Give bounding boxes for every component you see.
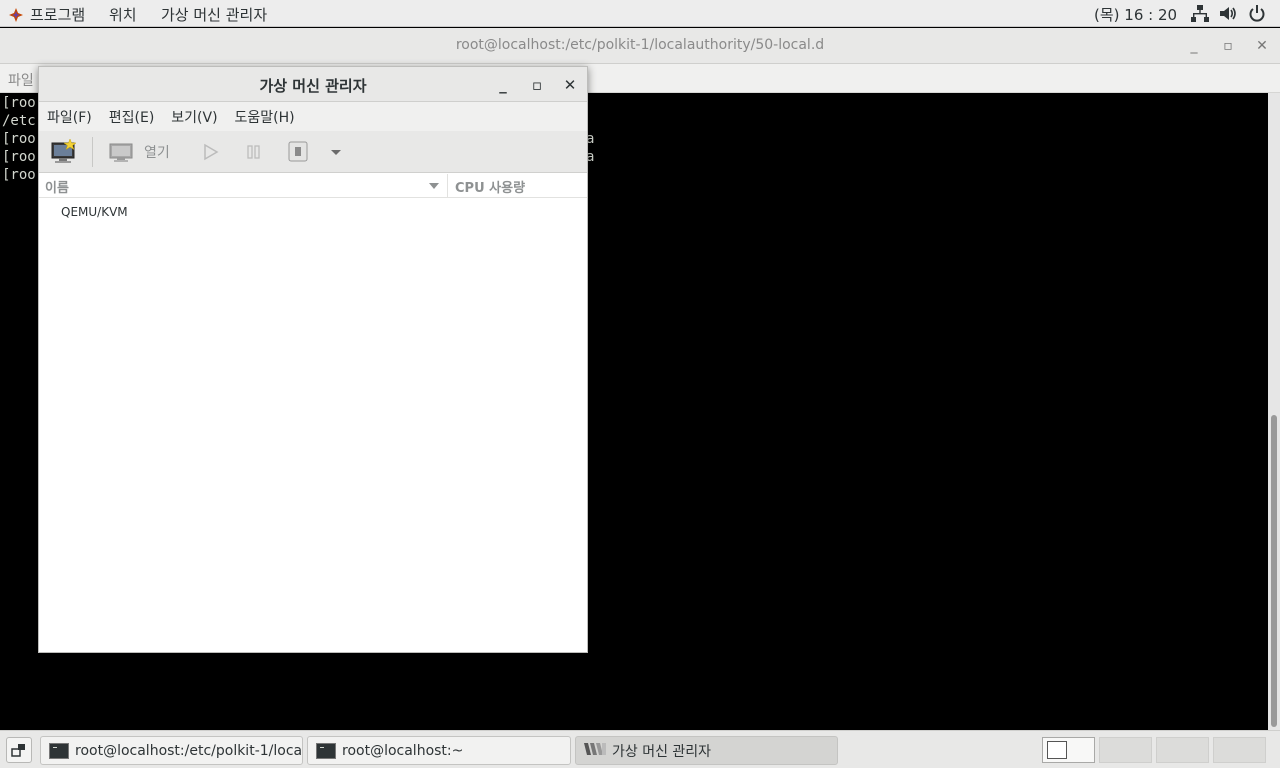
task-label: root@localhost:/etc/polkit-1/locala… xyxy=(75,742,303,759)
power-icon[interactable] xyxy=(1248,5,1266,22)
terminal-line: [roo xyxy=(2,131,36,147)
maximize-icon[interactable]: ▫ xyxy=(1218,36,1238,56)
vm-titlebar[interactable]: 가상 머신 관리자 _ ▫ ✕ xyxy=(39,67,587,102)
applications-menu[interactable]: 프로그램 xyxy=(8,4,85,25)
column-divider[interactable] xyxy=(447,174,448,198)
clock[interactable]: (목) 16 : 20 xyxy=(1094,4,1177,25)
terminal-line: /etc xyxy=(2,113,36,129)
bottom-taskbar: root@localhost:/etc/polkit-1/locala… roo… xyxy=(0,730,1280,768)
vm-list-header: 이름 CPU 사용량 xyxy=(39,174,587,198)
monitor-icon xyxy=(109,143,133,162)
shutdown-button[interactable] xyxy=(287,139,309,165)
terminal-icon xyxy=(49,742,69,759)
column-header-name[interactable]: 이름 xyxy=(45,177,69,196)
pause-icon xyxy=(247,145,260,159)
volume-icon[interactable] xyxy=(1219,5,1237,22)
menu-edit[interactable]: 편집(E) xyxy=(109,107,155,127)
open-button-label[interactable]: 열기 xyxy=(144,142,170,162)
menu-help[interactable]: 도움말(H) xyxy=(235,107,295,127)
task-label: root@localhost:~ xyxy=(342,742,464,759)
vm-toolbar: 열기 xyxy=(39,131,587,173)
sort-arrow-icon[interactable] xyxy=(429,183,439,189)
workspace-window-thumb xyxy=(1047,741,1067,759)
menu-view[interactable]: 보기(V) xyxy=(171,107,217,127)
new-vm-icon xyxy=(51,138,77,163)
virt-manager-icon xyxy=(584,742,606,760)
terminal-line: [roo xyxy=(2,149,36,165)
network-icon[interactable] xyxy=(1191,5,1209,22)
minimize-icon[interactable]: _ xyxy=(493,75,513,95)
menu-file[interactable]: 파일(F) xyxy=(47,107,92,127)
toolbar-separator xyxy=(92,137,93,167)
open-button[interactable] xyxy=(109,139,133,165)
terminal-line: [roo xyxy=(2,95,36,111)
close-icon[interactable]: ✕ xyxy=(560,75,580,95)
terminal-titlebar[interactable]: root@localhost:/etc/polkit-1/localauthor… xyxy=(0,28,1280,64)
applications-icon xyxy=(8,7,24,23)
active-app-menu[interactable]: 가상 머신 관리자 xyxy=(161,4,267,25)
shutdown-icon xyxy=(288,141,308,162)
scrollbar-thumb[interactable] xyxy=(1271,415,1277,727)
task-label: 가상 머신 관리자 xyxy=(612,743,712,760)
task-terminal-polkit[interactable]: root@localhost:/etc/polkit-1/locala… xyxy=(40,736,303,765)
terminal-icon xyxy=(316,742,336,759)
workspace-3[interactable] xyxy=(1156,737,1209,763)
workspace-1[interactable] xyxy=(1042,737,1095,763)
places-menu[interactable]: 위치 xyxy=(109,4,137,25)
terminal-scrollbar[interactable] xyxy=(1268,93,1280,730)
shutdown-dropdown[interactable] xyxy=(329,139,343,165)
chevron-down-icon xyxy=(331,150,341,155)
connection-row[interactable]: QEMU/KVM xyxy=(61,205,128,219)
run-button[interactable] xyxy=(202,139,220,165)
workspace-4[interactable] xyxy=(1213,737,1266,763)
column-header-cpu[interactable]: CPU 사용량 xyxy=(455,177,525,196)
virt-manager-window: 가상 머신 관리자 _ ▫ ✕ 파일(F) 편집(E) 보기(V) 도움말(H) xyxy=(38,66,588,653)
show-desktop-icon xyxy=(11,744,25,757)
pause-button[interactable] xyxy=(245,139,263,165)
task-terminal-home[interactable]: root@localhost:~ xyxy=(307,736,571,765)
maximize-icon[interactable]: ▫ xyxy=(527,75,547,95)
minimize-icon[interactable]: _ xyxy=(1184,36,1204,56)
terminal-menu-file[interactable]: 파일 xyxy=(8,70,34,90)
new-vm-button[interactable] xyxy=(51,138,77,165)
play-icon xyxy=(204,143,219,161)
close-icon[interactable]: ✕ xyxy=(1252,36,1272,56)
show-desktop-button[interactable] xyxy=(6,737,32,763)
workspace-2[interactable] xyxy=(1099,737,1152,763)
applications-label: 프로그램 xyxy=(30,6,86,24)
terminal-line: [roo xyxy=(2,167,36,183)
task-virt-manager[interactable]: 가상 머신 관리자 xyxy=(575,736,838,765)
terminal-title: root@localhost:/etc/polkit-1/localauthor… xyxy=(455,37,825,53)
top-panel: 프로그램 위치 가상 머신 관리자 (목) 16 : 20 xyxy=(0,0,1280,27)
vm-menubar: 파일(F) 편집(E) 보기(V) 도움말(H) xyxy=(39,102,587,131)
